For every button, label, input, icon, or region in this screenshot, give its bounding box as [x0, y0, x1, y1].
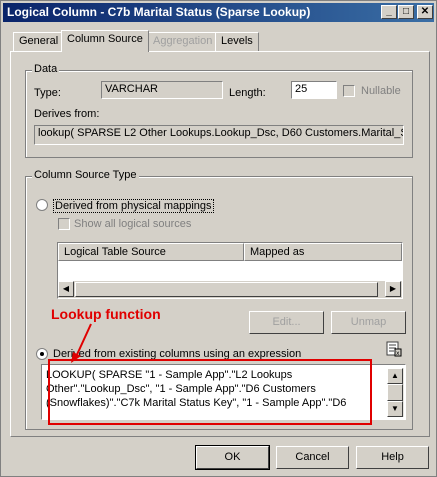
radio-expression[interactable]	[36, 348, 48, 360]
annotation-label: Lookup function	[51, 306, 161, 322]
show-all-sources-checkbox	[58, 218, 70, 230]
horizontal-scrollbar[interactable]: ◀ ▶	[58, 281, 402, 298]
logical-table-source-grid[interactable]: Logical Table Source Mapped as ◀ ▶	[57, 242, 403, 299]
expression-builder-icon[interactable]: x	[386, 341, 402, 357]
tab-general[interactable]: General	[13, 32, 65, 51]
scroll-up-icon[interactable]: ▲	[387, 368, 403, 384]
radio-selected-dot	[40, 352, 44, 356]
unmap-button: Unmap	[331, 311, 406, 334]
minimize-button[interactable]: _	[381, 5, 397, 19]
cancel-button[interactable]: Cancel	[276, 446, 349, 469]
scroll-right-icon[interactable]: ▶	[385, 281, 401, 297]
derives-from-label: Derives from:	[34, 108, 100, 120]
ok-button[interactable]: OK	[195, 445, 270, 470]
column-mapped-as[interactable]: Mapped as	[244, 243, 402, 261]
column-logical-table-source[interactable]: Logical Table Source	[58, 243, 244, 261]
maximize-button[interactable]: □	[398, 5, 414, 19]
window-title: Logical Column - C7b Marital Status (Spa…	[7, 5, 311, 19]
logical-column-dialog: Logical Column - C7b Marital Status (Spa…	[0, 0, 437, 477]
tab-aggregation: Aggregation	[147, 32, 219, 51]
annotation-box	[48, 359, 372, 425]
radio-physical-mappings-label[interactable]: Derived from physical mappings	[53, 199, 214, 213]
title-bar: Logical Column - C7b Marital Status (Spa…	[3, 3, 434, 22]
expression-scrollbar[interactable]: ▲ ▼	[387, 368, 404, 417]
scrollbar-thumb[interactable]	[75, 282, 378, 297]
radio-physical-mappings[interactable]	[36, 199, 48, 211]
length-field[interactable]: 25	[291, 81, 337, 99]
tab-column-source[interactable]: Column Source	[61, 30, 149, 52]
data-group-legend: Data	[32, 63, 60, 75]
scroll-down-icon[interactable]: ▼	[387, 401, 403, 417]
length-label: Length:	[229, 87, 266, 99]
nullable-label: Nullable	[361, 85, 401, 97]
scroll-left-icon[interactable]: ◀	[58, 281, 74, 297]
help-button[interactable]: Help	[356, 446, 429, 469]
type-field: VARCHAR	[101, 81, 223, 99]
close-button[interactable]: ✕	[417, 5, 433, 19]
svg-text:x: x	[396, 350, 400, 357]
type-label: Type:	[34, 87, 61, 99]
nullable-checkbox	[343, 85, 355, 97]
edit-button: Edit...	[249, 311, 324, 334]
derives-from-field: lookup( SPARSE L2 Other Lookups.Lookup_D…	[34, 125, 404, 145]
show-all-sources-label: Show all logical sources	[74, 218, 192, 230]
column-source-type-legend: Column Source Type	[32, 169, 139, 181]
tab-levels[interactable]: Levels	[215, 32, 259, 51]
expression-scroll-thumb[interactable]	[387, 384, 403, 401]
